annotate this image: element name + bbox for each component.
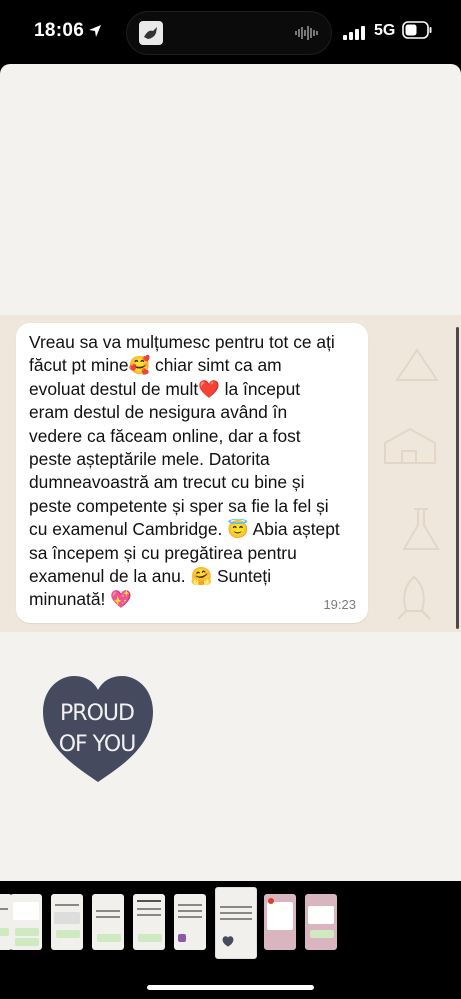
story-thumbnail[interactable] — [51, 894, 83, 950]
message-line: sa începem și cu pregătirea pentru — [29, 542, 297, 563]
message-line: peste așteptările mele. Datorita — [29, 449, 270, 470]
message-timestamp: 19:23 — [323, 597, 356, 612]
story-thumbnail[interactable] — [92, 894, 124, 950]
message-line: evoluat destul de mult❤️ la început — [29, 378, 301, 399]
story-preview-sheet[interactable]: Vreau sa va mulțumesc pentru tot ce ați … — [0, 64, 461, 881]
proud-of-you-heart-sticker[interactable]: PROUD OF YOU — [41, 674, 155, 786]
doodle-flask-icon — [402, 508, 440, 550]
message-line: făcut pt mine🥰 chiar simt ca am — [29, 355, 282, 376]
message-line: examenul de la anu. 🤗 Sunteți — [29, 566, 272, 587]
audio-wave-icon — [295, 26, 318, 40]
message-line: vedere ca făceam online, dar a fost — [29, 425, 301, 446]
battery-icon — [402, 21, 432, 39]
sticker-text-line1: PROUD — [60, 701, 134, 726]
home-indicator[interactable] — [147, 985, 314, 990]
dynamic-island[interactable] — [126, 11, 332, 55]
location-arrow-icon — [89, 25, 101, 37]
status-time: 18:06 — [34, 20, 85, 41]
status-bar: 18:06 5G — [0, 0, 461, 62]
story-thumbnail-active[interactable] — [215, 887, 257, 959]
scroll-indicator — [456, 327, 459, 629]
network-type: 5G — [374, 22, 396, 39]
message-bubble[interactable]: Vreau sa va mulțumesc pentru tot ce ați … — [16, 323, 368, 623]
doodle-rocket-icon — [397, 575, 431, 620]
story-thumbnail[interactable] — [305, 894, 337, 950]
story-thumbnail[interactable] — [174, 894, 206, 950]
story-thumbnail-tray — [0, 881, 461, 999]
message-line: eram destul de nesigura având în — [29, 402, 288, 423]
now-playing-artwork — [139, 21, 163, 45]
story-thumbnail[interactable] — [264, 894, 296, 950]
doodle-icon — [395, 348, 439, 381]
message-text: Vreau sa va mulțumesc pentru tot ce ați … — [29, 331, 363, 612]
story-thumbnail[interactable] — [133, 894, 165, 950]
sticker-text-line2: OF YOU — [59, 732, 136, 757]
cellular-signal-icon — [343, 26, 365, 40]
message-line: cu examenul Cambridge. 😇 Abia aștept — [29, 519, 340, 540]
message-line: Vreau sa va mulțumesc pentru tot ce ați — [29, 332, 335, 352]
doodle-house-icon — [384, 427, 436, 464]
message-line: dumneavoastră am trecut cu bine și — [29, 472, 305, 493]
message-line: minunată! 💖 — [29, 589, 132, 610]
chat-screenshot: Vreau sa va mulțumesc pentru tot ce ați … — [0, 315, 461, 632]
message-line: peste competente și sper sa fie la fel ș… — [29, 495, 329, 516]
story-thumbnail[interactable] — [10, 894, 42, 950]
